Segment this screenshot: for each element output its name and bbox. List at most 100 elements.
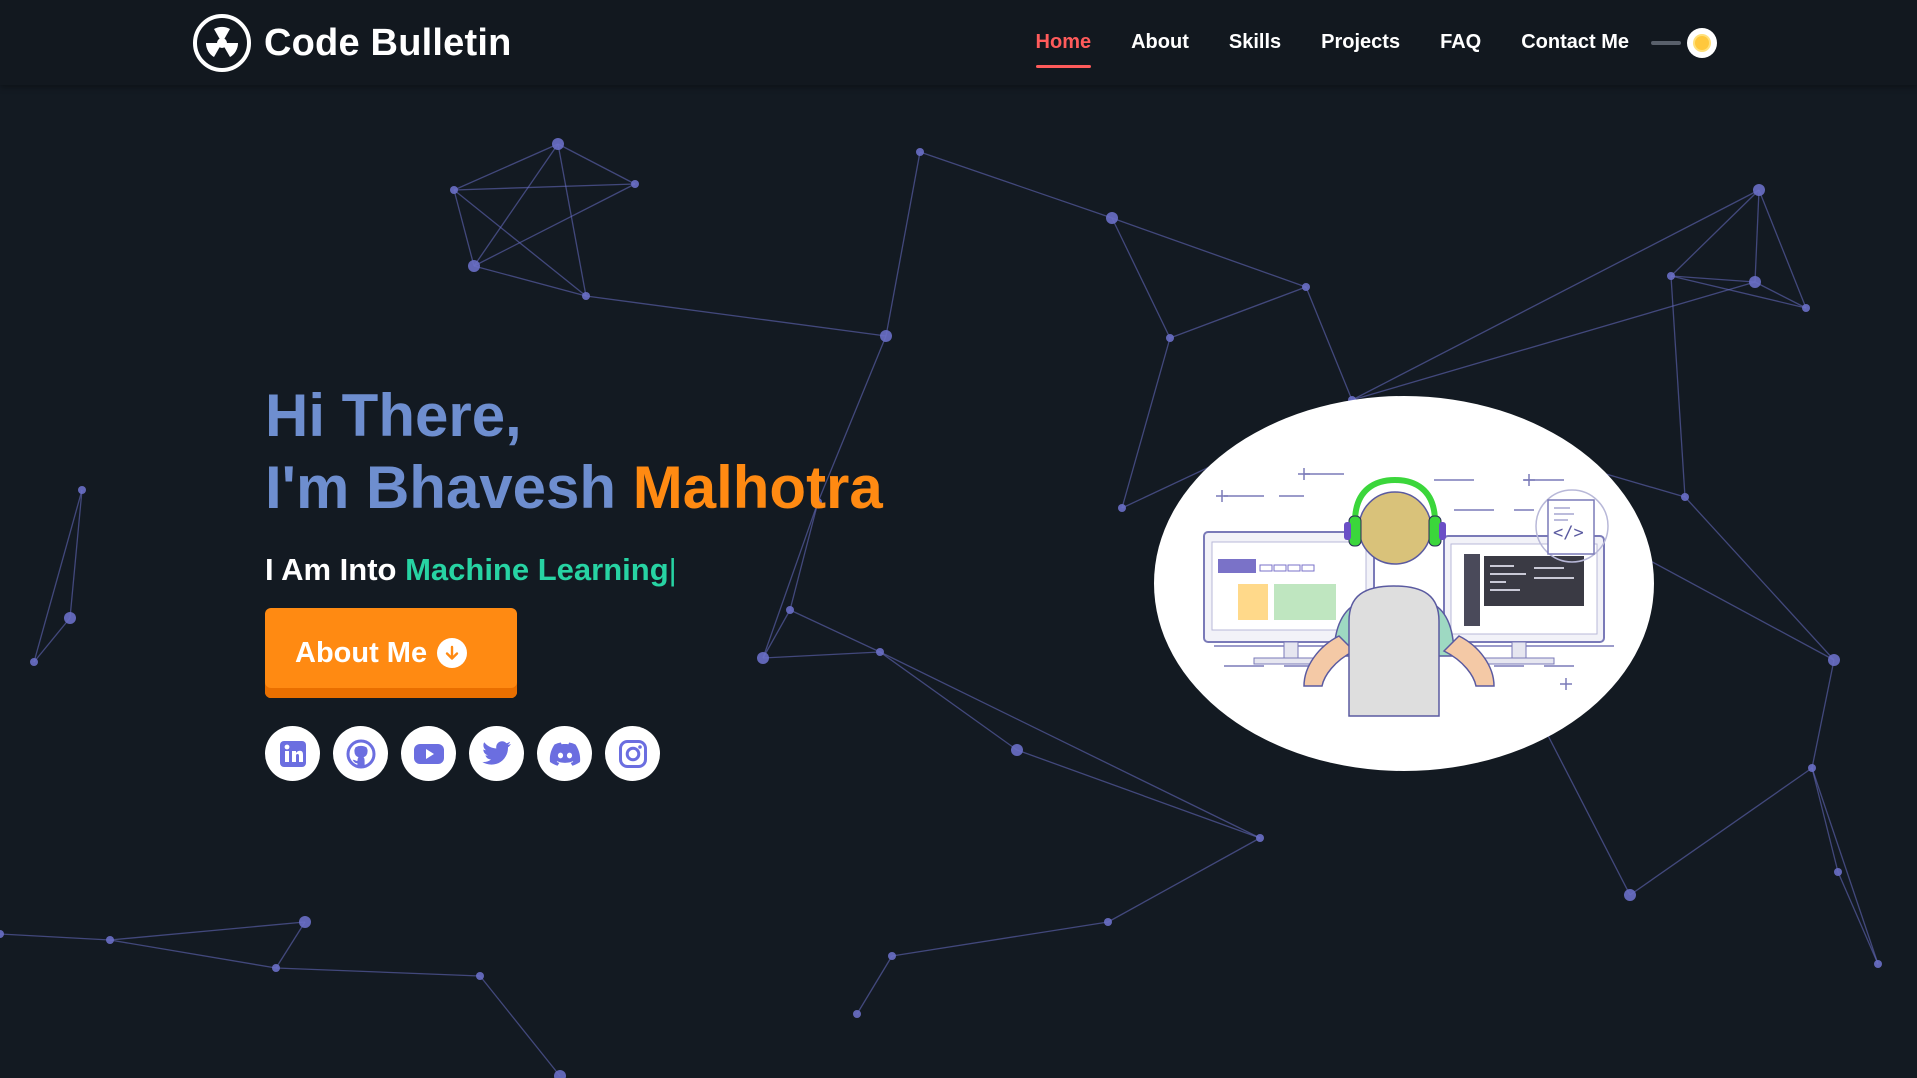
network-edge <box>557 143 587 297</box>
nav-faq[interactable]: FAQ <box>1440 25 1481 60</box>
network-edge <box>885 151 921 337</box>
nav-contact[interactable]: Contact Me <box>1521 25 1629 60</box>
network-node <box>1749 276 1761 288</box>
typing-cursor: | <box>668 552 677 587</box>
network-edge <box>557 143 636 185</box>
github-icon[interactable] <box>333 726 388 781</box>
network-edge <box>1629 767 1813 896</box>
network-edge <box>1754 189 1760 283</box>
network-node <box>1624 889 1636 901</box>
network-edge <box>109 939 277 969</box>
network-edge <box>275 921 306 969</box>
network-node <box>631 180 639 188</box>
network-edge <box>1670 275 1686 498</box>
network-node <box>468 260 480 272</box>
network-edge <box>1305 286 1353 401</box>
network-node <box>476 972 484 980</box>
network-edge <box>109 921 306 941</box>
network-node <box>1011 744 1023 756</box>
youtube-icon[interactable] <box>401 726 456 781</box>
network-edge <box>879 651 1018 751</box>
main-nav: Home About Skills Projects FAQ Contact M… <box>996 0 1717 85</box>
network-edge <box>891 921 1109 957</box>
network-node <box>1828 654 1840 666</box>
network-edge <box>0 933 111 941</box>
nav-projects[interactable]: Projects <box>1321 25 1400 60</box>
hero-name-highlight: Malhotra <box>632 454 883 521</box>
network-node <box>1802 304 1810 312</box>
navbar: Code Bulletin Home About Skills Projects… <box>0 0 1917 85</box>
typing-skill: Machine Learning <box>405 552 669 587</box>
network-node <box>1256 834 1264 842</box>
nav-home[interactable]: Home <box>1035 25 1091 68</box>
network-node <box>78 486 86 494</box>
network-node <box>582 292 590 300</box>
network-node <box>1874 960 1882 968</box>
network-node <box>450 186 458 194</box>
about-me-button[interactable]: About Me <box>265 608 517 698</box>
instagram-icon[interactable] <box>605 726 660 781</box>
network-edge <box>453 183 636 191</box>
network-node <box>1166 334 1174 342</box>
network-edge <box>919 151 1113 219</box>
network-node <box>853 1010 861 1018</box>
typing-prefix: I Am Into <box>265 552 397 587</box>
nav-skills[interactable]: Skills <box>1229 25 1281 60</box>
network-node <box>64 612 76 624</box>
network-edge <box>33 489 83 663</box>
network-node <box>888 952 896 960</box>
about-me-label: About Me <box>295 636 428 669</box>
network-edge <box>1107 837 1261 923</box>
network-edge <box>1811 767 1879 965</box>
network-node <box>1681 493 1689 501</box>
brand[interactable]: Code Bulletin <box>192 12 512 74</box>
twitter-icon[interactable] <box>469 726 524 781</box>
network-edge <box>585 295 887 337</box>
network-node <box>106 936 114 944</box>
network-edge <box>1684 496 1835 661</box>
hero-intro: I'm Bhavesh <box>265 454 617 521</box>
network-edge <box>1811 659 1835 769</box>
network-edge <box>453 189 587 297</box>
network-node <box>1808 764 1816 772</box>
network-edge <box>856 955 893 1015</box>
network-edge <box>1754 281 1807 309</box>
social-links <box>265 726 883 781</box>
network-node <box>1753 184 1765 196</box>
theme-toggle[interactable] <box>1651 27 1717 58</box>
network-node <box>1104 918 1112 926</box>
network-edge <box>1837 871 1879 965</box>
network-node <box>1106 212 1118 224</box>
network-node <box>916 148 924 156</box>
hero-greeting: Hi There, <box>265 382 522 449</box>
network-node <box>272 964 280 972</box>
svg-text:</>: </> <box>1553 523 1584 543</box>
sun-icon <box>1687 27 1717 58</box>
network-edge <box>1169 286 1307 339</box>
linkedin-icon[interactable] <box>265 726 320 781</box>
typing-line: I Am Into Machine Learning| <box>265 552 883 588</box>
network-edge <box>473 265 587 297</box>
network-edge <box>453 189 475 267</box>
network-edge <box>1811 767 1839 873</box>
page: Code Bulletin Home About Skills Projects… <box>0 0 1917 1078</box>
toggle-track <box>1651 40 1681 45</box>
network-edge <box>1670 189 1760 277</box>
radiation-icon <box>193 14 251 72</box>
network-edge <box>33 617 71 663</box>
network-edge <box>1758 189 1807 309</box>
nav-about[interactable]: About <box>1131 25 1189 60</box>
hero-title: Hi There, I'm Bhavesh Malhotra <box>265 380 883 524</box>
hero-section: Hi There, I'm Bhavesh Malhotra I Am Into… <box>265 380 883 781</box>
network-edge <box>1111 217 1307 288</box>
network-node <box>1667 272 1675 280</box>
arrow-down-circle-icon <box>437 638 468 668</box>
network-edge <box>275 967 481 977</box>
network-edge <box>1351 189 1760 401</box>
discord-icon[interactable] <box>537 726 592 781</box>
developer-at-desk-illustration: </> <box>1154 396 1654 771</box>
network-node <box>552 138 564 150</box>
network-node <box>1118 504 1126 512</box>
network-edge <box>1351 281 1756 401</box>
network-node <box>1302 283 1310 291</box>
